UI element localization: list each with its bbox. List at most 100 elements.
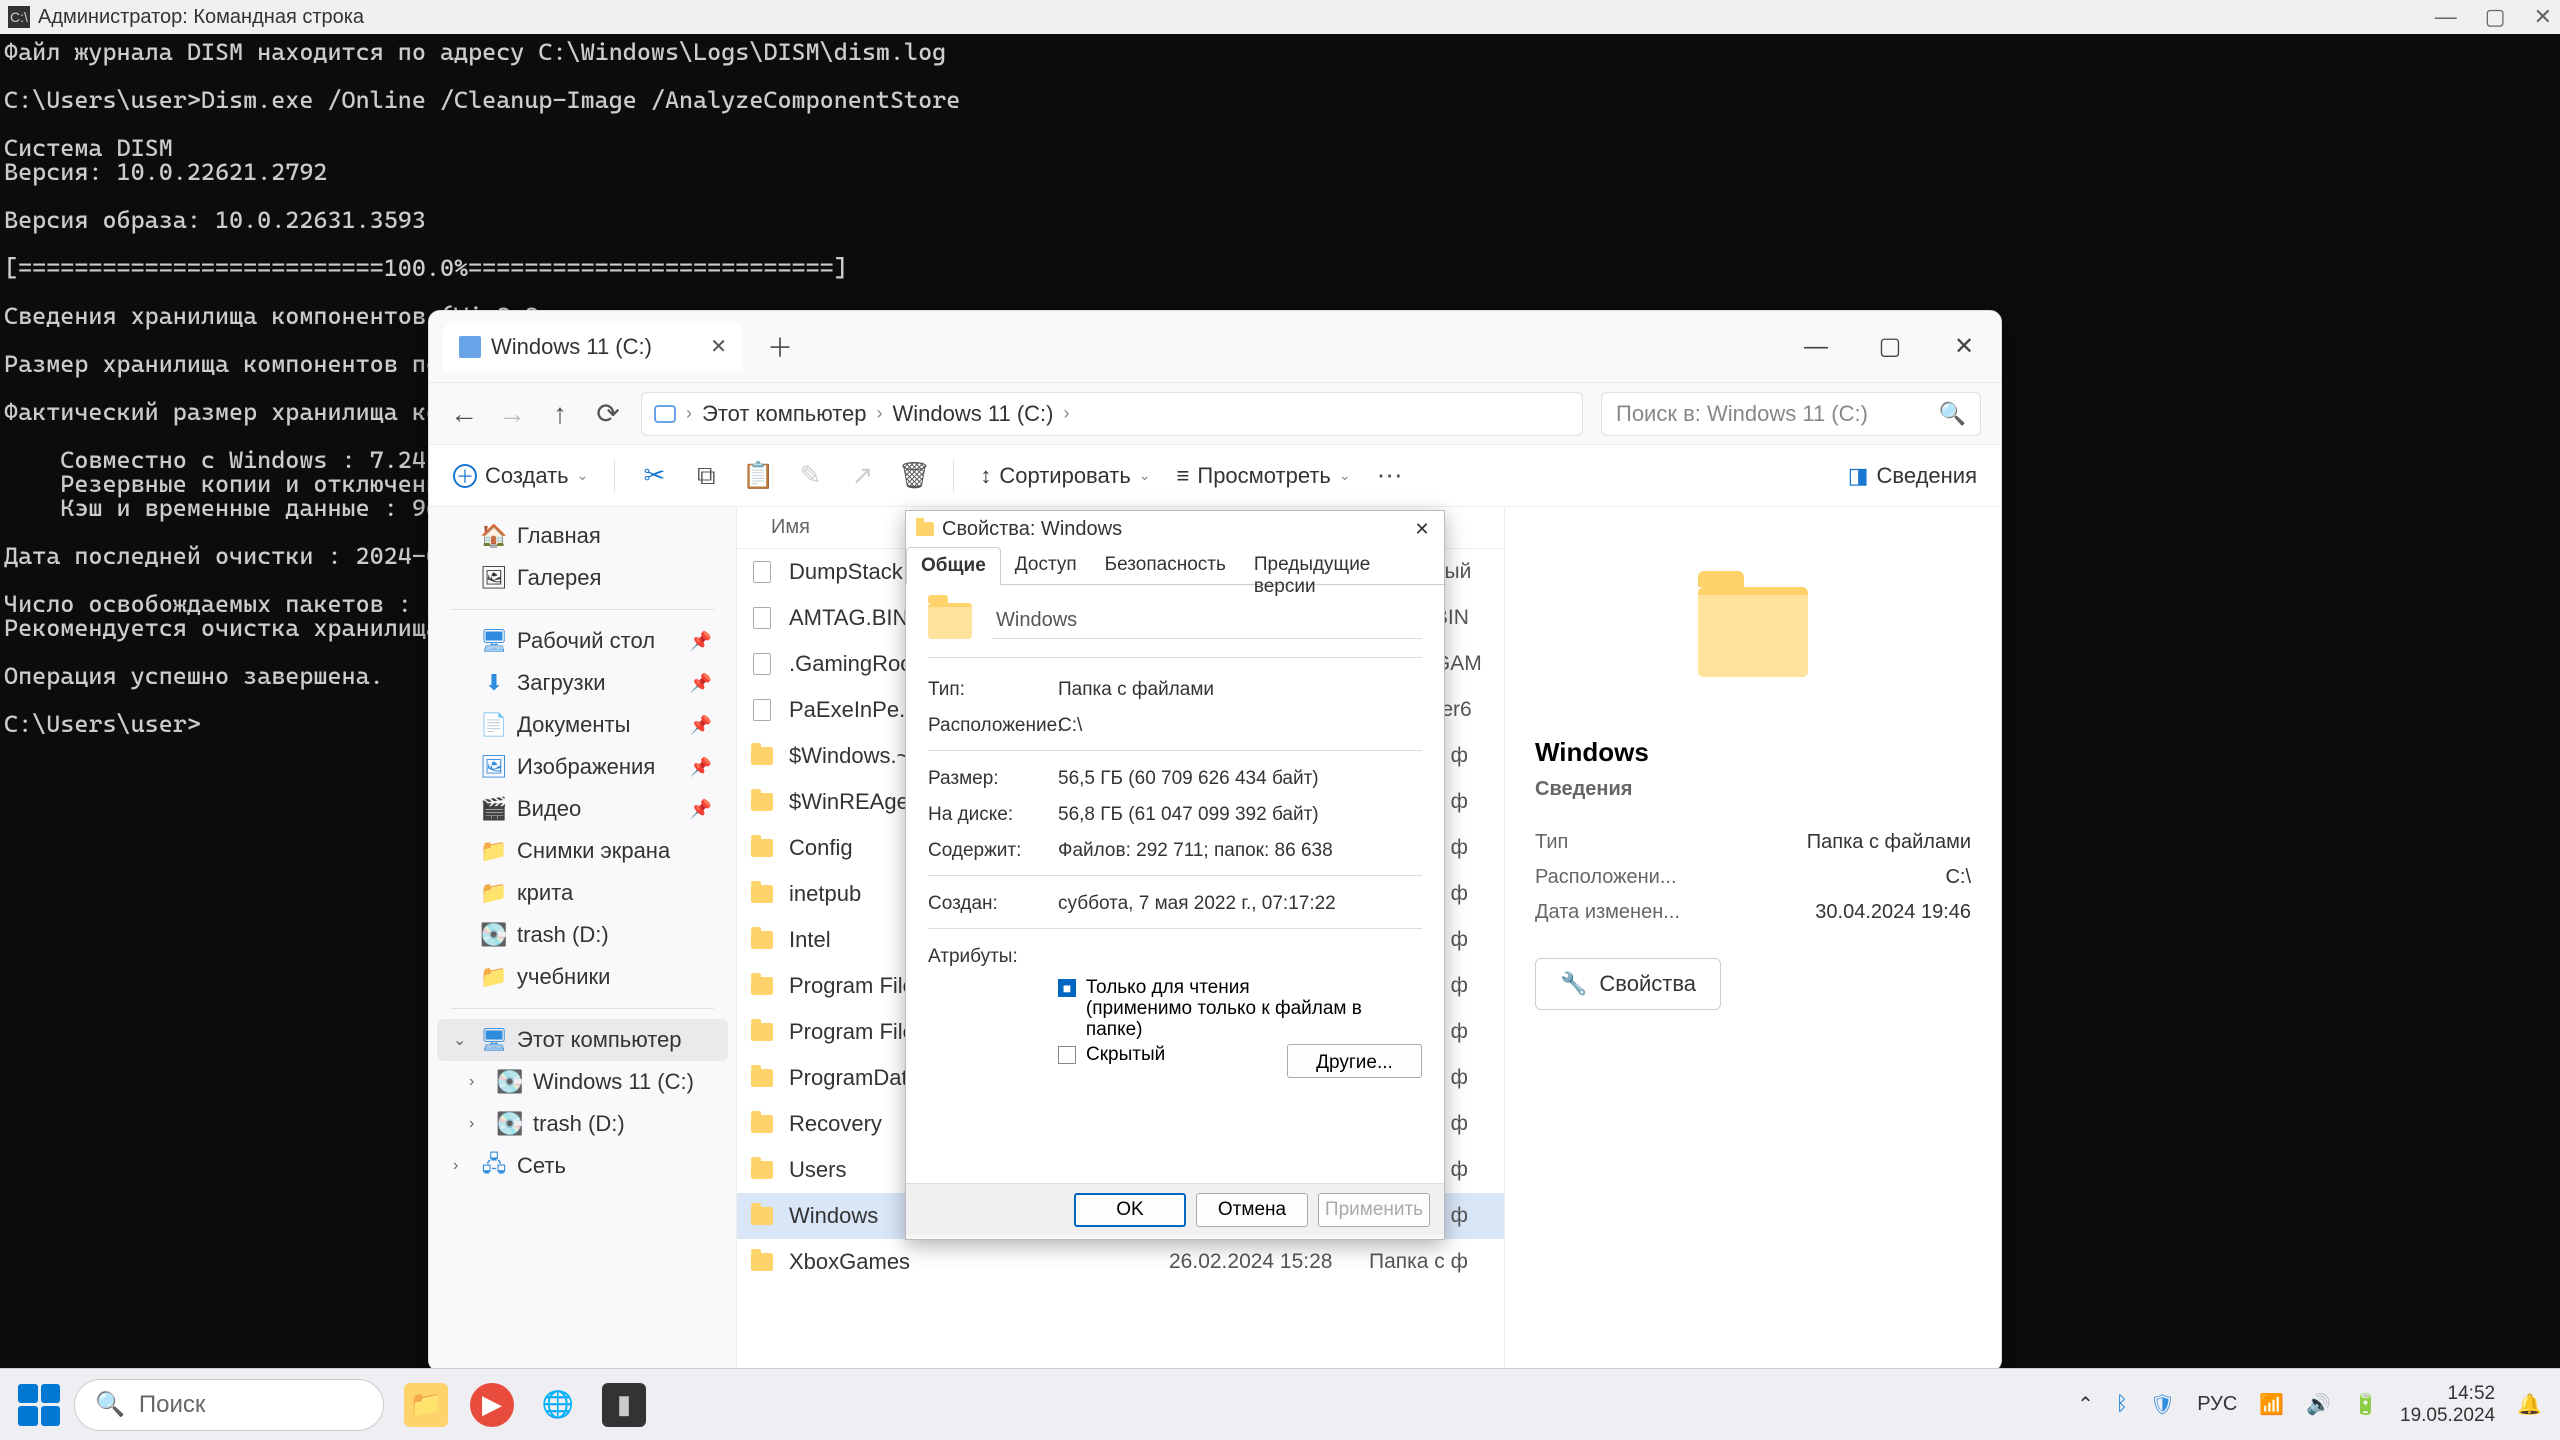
tab-general[interactable]: Общие bbox=[906, 547, 1001, 585]
cancel-button[interactable]: Отмена bbox=[1196, 1193, 1308, 1227]
folder-icon bbox=[751, 975, 773, 997]
drive-icon: 💽 bbox=[499, 1071, 521, 1093]
file-name: XboxGames bbox=[789, 1249, 1169, 1275]
volume-icon[interactable]: 🔊 bbox=[2306, 1392, 2331, 1417]
drive-icon: 💽 bbox=[483, 924, 505, 946]
chevron-right-icon: › bbox=[469, 1115, 487, 1133]
pin-icon: 📌 bbox=[690, 673, 712, 694]
security-icon[interactable]: 🛡 bbox=[2150, 1392, 2175, 1417]
apply-button[interactable]: Применить bbox=[1318, 1193, 1430, 1227]
properties-dialog: Свойства: Windows ✕ Общие Доступ Безопас… bbox=[905, 510, 1445, 1240]
sidebar-item-desktop[interactable]: 🖥Рабочий стол📌 bbox=[437, 620, 728, 662]
chevron-down-icon: ⌄ bbox=[1139, 467, 1151, 484]
explorer-titlebar[interactable]: Windows 11 (C:) ✕ ＋ — ▢ ✕ bbox=[429, 311, 2001, 383]
sidebar-item-krita[interactable]: 📁крита bbox=[437, 872, 728, 914]
file-row[interactable]: XboxGames26.02.2024 15:28Папка с ф bbox=[737, 1239, 1504, 1285]
more-button[interactable]: ⋯ bbox=[1377, 463, 1403, 489]
breadcrumb-pc[interactable]: Этот компьютер bbox=[702, 401, 867, 427]
battery-icon[interactable]: 🔋 bbox=[2353, 1392, 2378, 1417]
nav-forward-button[interactable]: → bbox=[497, 399, 527, 429]
taskbar-app-terminal[interactable]: ▮ bbox=[602, 1383, 646, 1427]
share-button[interactable]: ↗ bbox=[849, 463, 875, 489]
sidebar-item-drive-d[interactable]: ›💽trash (D:) bbox=[437, 1103, 728, 1145]
sort-button[interactable]: ↕ Сортировать ⌄ bbox=[980, 463, 1150, 489]
tab-access[interactable]: Доступ bbox=[1001, 547, 1091, 584]
taskbar-clock[interactable]: 14:52 19.05.2024 bbox=[2400, 1383, 2495, 1427]
create-button[interactable]: ＋ Создать ⌄ bbox=[453, 463, 588, 489]
new-tab-button[interactable]: ＋ bbox=[767, 328, 793, 365]
taskbar-app-player[interactable]: ▶ bbox=[470, 1383, 514, 1427]
cmd-close-button[interactable]: ✕ bbox=[2534, 4, 2552, 30]
taskbar-search[interactable]: 🔍 Поиск bbox=[74, 1379, 384, 1431]
cmd-title-text: Администратор: Командная строка bbox=[38, 6, 364, 29]
tab-security[interactable]: Безопасность bbox=[1091, 547, 1240, 584]
ok-button[interactable]: OK bbox=[1074, 1193, 1186, 1227]
dialog-titlebar[interactable]: Свойства: Windows ✕ bbox=[906, 511, 1444, 547]
explorer-maximize-button[interactable]: ▢ bbox=[1853, 329, 1927, 365]
taskbar-app-explorer[interactable]: 📁 bbox=[404, 1383, 448, 1427]
sidebar-item-gallery[interactable]: 🖼Галерея bbox=[437, 557, 728, 599]
nav-back-button[interactable]: ← bbox=[449, 399, 479, 429]
dialog-title: Свойства: Windows bbox=[942, 518, 1122, 541]
search-input[interactable]: Поиск в: Windows 11 (C:) 🔍 bbox=[1601, 392, 1981, 436]
sidebar-item-pictures[interactable]: 🖼Изображения📌 bbox=[437, 746, 728, 788]
sidebar-item-downloads[interactable]: ⬇Загрузки📌 bbox=[437, 662, 728, 704]
language-indicator[interactable]: РУС bbox=[2197, 1393, 2237, 1416]
pin-icon: 📌 bbox=[690, 757, 712, 778]
breadcrumb[interactable]: › Этот компьютер › Windows 11 (C:) › bbox=[641, 392, 1583, 436]
nav-up-button[interactable]: ↑ bbox=[545, 399, 575, 429]
sidebar-item-uchebniki[interactable]: 📁учебники bbox=[437, 956, 728, 998]
readonly-checkbox[interactable]: ■ bbox=[1058, 979, 1076, 997]
sidebar-item-documents[interactable]: 📄Документы📌 bbox=[437, 704, 728, 746]
sidebar-item-drive-c[interactable]: ›💽Windows 11 (C:) bbox=[437, 1061, 728, 1103]
tab-previous-versions[interactable]: Предыдущие версии bbox=[1240, 547, 1444, 584]
properties-button[interactable]: 🔧 Свойства bbox=[1535, 958, 1721, 1010]
paste-button[interactable]: 📋 bbox=[745, 463, 771, 489]
other-attributes-button[interactable]: Другие... bbox=[1287, 1044, 1422, 1078]
tab-close-button[interactable]: ✕ bbox=[710, 334, 727, 359]
sidebar-item-this-pc[interactable]: ⌄🖥Этот компьютер bbox=[437, 1019, 728, 1061]
cmd-maximize-button[interactable]: ▢ bbox=[2485, 4, 2506, 30]
notifications-icon[interactable]: 🔔 bbox=[2517, 1392, 2542, 1417]
chevron-down-icon: ⌄ bbox=[577, 467, 589, 484]
cut-button[interactable]: ✂ bbox=[641, 463, 667, 489]
explorer-tab[interactable]: Windows 11 (C:) ✕ bbox=[443, 323, 743, 371]
chevron-right-icon: › bbox=[686, 403, 692, 424]
search-icon: 🔍 bbox=[95, 1390, 125, 1419]
bluetooth-icon[interactable]: ᛒ bbox=[2116, 1393, 2128, 1416]
copy-button[interactable]: ⧉ bbox=[693, 463, 719, 489]
cmd-titlebar[interactable]: C:\ Администратор: Командная строка — ▢ … bbox=[0, 0, 2560, 34]
view-icon: ≡ bbox=[1177, 463, 1190, 489]
details-pane-button[interactable]: ◨ Сведения bbox=[1848, 463, 1977, 489]
file-date: 26.02.2024 15:28 bbox=[1169, 1250, 1369, 1274]
sort-icon: ↕ bbox=[980, 463, 991, 489]
wifi-icon[interactable]: 📶 bbox=[2259, 1392, 2284, 1417]
nav-refresh-button[interactable]: ⟳ bbox=[593, 399, 623, 429]
taskbar-app-chrome[interactable]: 🌐 bbox=[536, 1383, 580, 1427]
dialog-tabs: Общие Доступ Безопасность Предыдущие вер… bbox=[906, 547, 1444, 585]
folder-icon bbox=[751, 1251, 773, 1273]
readonly-checkbox-row[interactable]: ■ Только для чтения (применимо только к … bbox=[928, 975, 1422, 1042]
download-icon: ⬇ bbox=[483, 672, 505, 694]
readonly-label: Только для чтения (применимо только к фа… bbox=[1086, 977, 1422, 1040]
cmd-minimize-button[interactable]: — bbox=[2435, 4, 2457, 30]
folder-name-input[interactable] bbox=[992, 603, 1422, 639]
view-button[interactable]: ≡ Просмотреть ⌄ bbox=[1177, 463, 1351, 489]
sidebar-item-trash-d[interactable]: 💽trash (D:) bbox=[437, 914, 728, 956]
sidebar-item-network[interactable]: ›🖧Сеть bbox=[437, 1145, 728, 1187]
explorer-close-button[interactable]: ✕ bbox=[1927, 329, 2001, 365]
tray-expand-icon[interactable]: ⌃ bbox=[2077, 1392, 2094, 1417]
dialog-close-button[interactable]: ✕ bbox=[1410, 519, 1434, 540]
rename-button[interactable]: ✎ bbox=[797, 463, 823, 489]
drive-icon bbox=[459, 336, 481, 358]
start-button[interactable] bbox=[18, 1384, 60, 1426]
explorer-minimize-button[interactable]: — bbox=[1779, 329, 1853, 365]
sidebar-item-home[interactable]: 🏠Главная bbox=[437, 515, 728, 557]
sidebar-item-video[interactable]: 🎬Видео📌 bbox=[437, 788, 728, 830]
breadcrumb-drive[interactable]: Windows 11 (C:) bbox=[893, 401, 1054, 427]
file-icon bbox=[751, 699, 773, 721]
sidebar-item-screenshots[interactable]: 📁Снимки экрана bbox=[437, 830, 728, 872]
hidden-checkbox-row[interactable]: Скрытый Другие... bbox=[928, 1042, 1422, 1080]
delete-button[interactable]: 🗑 bbox=[901, 463, 927, 489]
hidden-checkbox[interactable] bbox=[1058, 1046, 1076, 1064]
